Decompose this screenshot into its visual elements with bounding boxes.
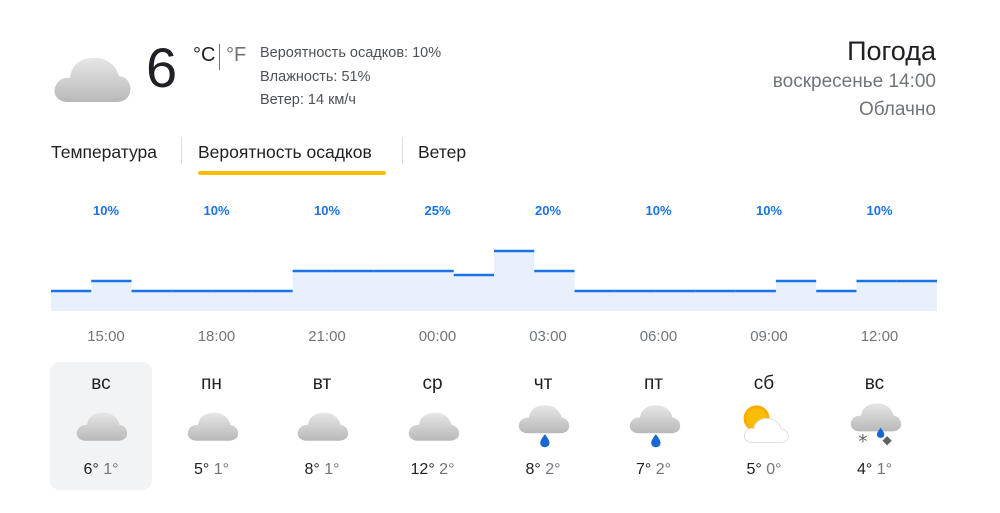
min-temperature: 0° bbox=[766, 461, 782, 478]
cloud-icon bbox=[297, 412, 349, 441]
max-temperature: 8° bbox=[525, 461, 541, 478]
unit-fahrenheit-toggle[interactable]: °F bbox=[226, 44, 246, 67]
cloud-icon bbox=[76, 412, 128, 441]
time-label: 21:00 bbox=[308, 328, 346, 345]
svg-text:*: * bbox=[858, 432, 867, 450]
min-temperature: 1° bbox=[213, 461, 230, 478]
precipitation-chart: 10% 15:00 10% 18:00 10% 21:00 25% 00:00 20% 03:00… bbox=[51, 203, 937, 345]
max-temperature: 7° bbox=[635, 461, 652, 478]
min-temperature: 1° bbox=[103, 461, 119, 478]
current-condition: Облачно bbox=[858, 99, 936, 120]
tab-wind[interactable]: Ветер bbox=[418, 141, 466, 163]
precipitation-label: 20% bbox=[535, 203, 561, 218]
max-temperature: 6° bbox=[83, 461, 99, 478]
wind-detail: Ветер: 14 км/ч bbox=[260, 92, 356, 108]
day-temperatures: 8° 2° bbox=[492, 460, 594, 480]
max-temperature: 4° bbox=[856, 461, 873, 478]
precipitation-label: 10% bbox=[203, 203, 229, 218]
day-temperatures: 6° 1° bbox=[50, 460, 152, 480]
time-label: 09:00 bbox=[750, 328, 788, 345]
max-temperature: 5° bbox=[193, 461, 210, 478]
day-card-4[interactable]: чт 8° 2° bbox=[492, 362, 594, 490]
day-temperatures: 8° 1° bbox=[271, 460, 373, 480]
max-temperature: 8° bbox=[304, 461, 320, 478]
day-name: вс bbox=[864, 373, 885, 394]
day-temperatures: 12° 2° bbox=[382, 460, 484, 480]
time-label: 15:00 bbox=[87, 328, 125, 345]
current-datetime: воскресенье 14:00 bbox=[772, 71, 936, 92]
snow-rain-icon: * bbox=[850, 403, 901, 450]
precipitation-label: 10% bbox=[645, 203, 671, 218]
min-temperature: 2° bbox=[545, 461, 561, 478]
day-name: чт bbox=[533, 373, 553, 394]
time-label: 18:00 bbox=[198, 328, 236, 345]
tab-precipitation[interactable]: Вероятность осадков bbox=[198, 141, 372, 163]
max-temperature: 12° bbox=[410, 461, 435, 478]
day-card-1[interactable]: пн 5° 1° bbox=[161, 362, 263, 490]
precipitation-label: 10% bbox=[866, 203, 892, 218]
current-temperature: 6 bbox=[146, 36, 178, 99]
rain-icon bbox=[518, 405, 570, 448]
day-card-6[interactable]: сб 5° 0° bbox=[713, 362, 815, 490]
cloud-icon bbox=[54, 57, 131, 102]
precipitation-label: 10% bbox=[93, 203, 119, 218]
min-temperature: 2° bbox=[655, 461, 672, 478]
time-label: 00:00 bbox=[419, 328, 457, 345]
cloud-icon bbox=[408, 412, 459, 441]
active-tab-indicator bbox=[198, 171, 386, 175]
day-name: вт bbox=[312, 373, 332, 394]
tab-temperature[interactable]: Температура bbox=[51, 141, 157, 163]
day-temperatures: 7° 2° bbox=[603, 460, 705, 480]
time-label: 12:00 bbox=[861, 328, 899, 345]
time-label: 06:00 bbox=[640, 328, 678, 345]
precipitation-label: 10% bbox=[756, 203, 782, 218]
time-label: 03:00 bbox=[529, 328, 567, 345]
location-block: Погода воскресенье 14:00 Облачно bbox=[773, 34, 936, 124]
day-card-5[interactable]: пт 7° 2° bbox=[603, 362, 705, 490]
day-temperatures: 4° 1° bbox=[824, 460, 926, 480]
weather-title: Погода bbox=[847, 36, 936, 66]
day-name: ср bbox=[422, 373, 443, 394]
day-name: пт bbox=[644, 373, 663, 394]
day-temperatures: 5° 1° bbox=[161, 460, 263, 480]
unit-celsius-toggle[interactable]: °C bbox=[193, 44, 215, 67]
min-temperature: 2° bbox=[439, 461, 455, 478]
weather-details: Вероятность осадков: 10% Влажность: 51% … bbox=[260, 42, 441, 113]
day-card-3[interactable]: ср 12° 2° bbox=[382, 362, 484, 490]
humidity-detail: Влажность: 51% bbox=[260, 68, 371, 85]
day-card-7[interactable]: вс * 4° 1° bbox=[824, 362, 926, 490]
min-temperature: 1° bbox=[324, 461, 340, 478]
partly-cloudy-icon bbox=[743, 405, 789, 444]
day-temperatures: 5° 0° bbox=[713, 460, 815, 480]
day-name: пн bbox=[201, 373, 222, 394]
tab-divider bbox=[181, 137, 182, 164]
tab-divider bbox=[402, 137, 403, 164]
min-temperature: 1° bbox=[876, 461, 893, 478]
precipitation-detail: Вероятность осадков: 10% bbox=[260, 45, 442, 61]
day-card-2[interactable]: вт 8° 1° bbox=[271, 362, 373, 490]
day-name: вс bbox=[91, 373, 111, 394]
day-name: сб bbox=[753, 373, 775, 394]
unit-divider bbox=[219, 44, 220, 70]
rain-icon bbox=[629, 405, 680, 448]
max-temperature: 5° bbox=[746, 461, 762, 478]
precipitation-label: 10% bbox=[314, 203, 340, 218]
day-card-0[interactable]: вс 6° 1° bbox=[50, 362, 152, 490]
precipitation-label: 25% bbox=[424, 203, 450, 218]
cloud-icon bbox=[187, 412, 238, 441]
